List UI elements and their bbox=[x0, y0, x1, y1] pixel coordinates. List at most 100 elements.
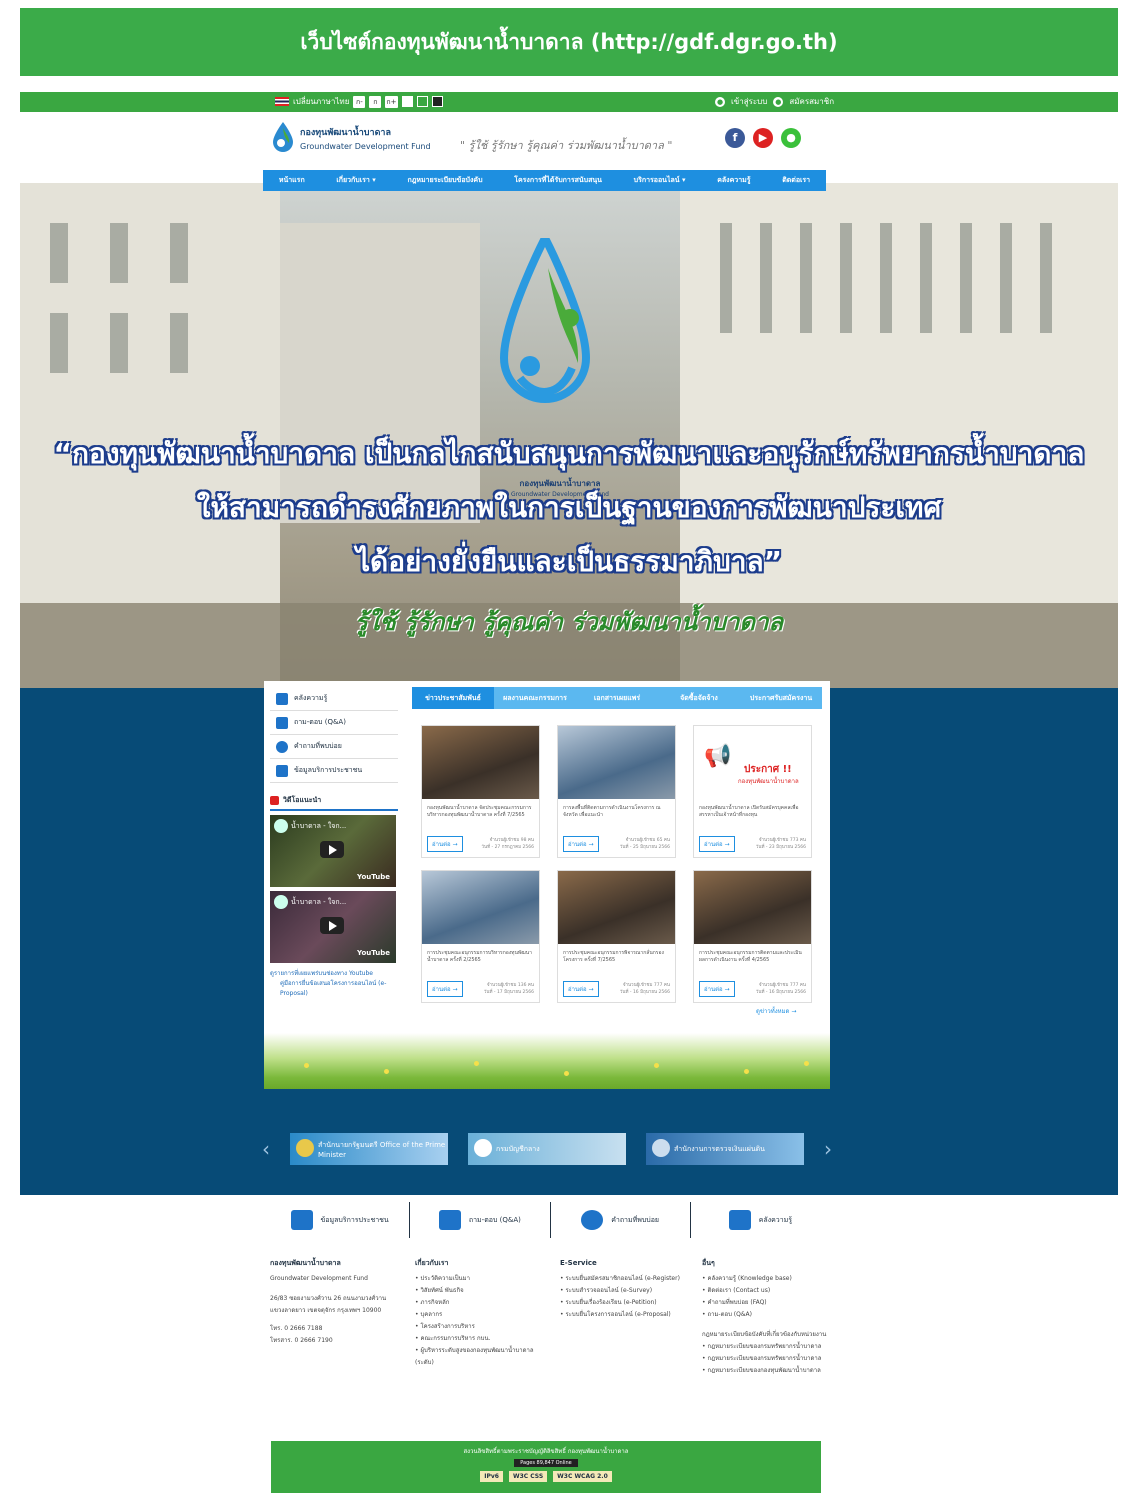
read-more-button[interactable]: อ่านต่อ → bbox=[427, 981, 463, 997]
footer-link[interactable]: คลังความรู้ (Knowledge base) bbox=[702, 1273, 832, 1285]
footer-link[interactable]: ระบบยื่นสมัครสมาชิกออนไลน์ (e-Register) bbox=[560, 1273, 690, 1285]
footer-link[interactable]: ถาม-ตอบ (Q&A) bbox=[702, 1309, 832, 1321]
partner-banner[interactable]: กรมบัญชีกลาง bbox=[468, 1133, 626, 1165]
read-more-button[interactable]: อ่านต่อ → bbox=[699, 836, 735, 852]
read-more-button[interactable]: อ่านต่อ → bbox=[563, 981, 599, 997]
gdf-logo-icon[interactable] bbox=[272, 122, 294, 152]
news-image[interactable] bbox=[558, 726, 675, 799]
news-card[interactable]: การประชุมคณะอนุกรรมการติดตามและประเมินผล… bbox=[693, 870, 812, 1003]
login-link[interactable]: เข้าสู่ระบบ bbox=[731, 95, 767, 108]
youtube-channel-link[interactable]: ดูรายการที่เผยแพร่บนช่องทาง Youtube bbox=[270, 969, 398, 979]
footer-fax: โทรสาร. 0 2666 7190 bbox=[270, 1337, 333, 1344]
news-card[interactable]: 📢 ประกาศ !! กองทุนพัฒนาน้ำบาดาล กองทุนพั… bbox=[693, 725, 812, 858]
news-card[interactable]: กองทุนพัฒนาน้ำบาดาล จัดประชุมคณะกรรมการบ… bbox=[421, 725, 540, 858]
nav-contact[interactable]: ติดต่อเรา bbox=[782, 175, 810, 186]
news-image[interactable] bbox=[422, 871, 539, 944]
footer-link[interactable]: ติดต่อเรา (Contact us) bbox=[702, 1285, 832, 1297]
quick-link-public-services[interactable]: ข้อมูลบริการประชาชน bbox=[270, 1202, 411, 1238]
nav-laws[interactable]: กฎหมายระเบียบข้อบังคับ bbox=[407, 175, 482, 186]
ipv6-badge[interactable]: IPv6 bbox=[480, 1471, 503, 1482]
nav-projects[interactable]: โครงการที่ได้รับการสนับสนุน bbox=[514, 175, 602, 186]
footer-link[interactable]: วิสัยทัศน์ พันธกิจ bbox=[415, 1285, 550, 1297]
footer-link[interactable]: โครงสร้างการบริหาร bbox=[415, 1321, 550, 1333]
news-image[interactable] bbox=[694, 871, 811, 944]
youtube-icon[interactable]: ▶ bbox=[753, 128, 773, 148]
copyright-text: สงวนลิขสิทธิ์ตามพระราชบัญญัติลิขสิทธิ์ ก… bbox=[463, 1448, 629, 1455]
nav-home[interactable]: หน้าแรก bbox=[279, 175, 305, 186]
read-more-button[interactable]: อ่านต่อ → bbox=[699, 981, 735, 997]
partner-banner[interactable]: สำนักงานการตรวจเงินแผ่นดิน bbox=[646, 1133, 804, 1165]
header-slogan: " รู้ใช้ รู้รักษา รู้คุณค่า ร่วมพัฒนาน้ำ… bbox=[460, 139, 673, 152]
nav-online-services[interactable]: บริการออนไลน์ ▾ bbox=[634, 175, 686, 186]
news-card[interactable]: การประชุมคณะอนุกรรมการพิจารณากลั่นกรองโค… bbox=[557, 870, 676, 1003]
font-size-normal-button[interactable]: ก bbox=[369, 95, 382, 108]
building-window bbox=[50, 313, 68, 373]
partner-banner[interactable]: สำนักนายกรัฐมนตรี Office of the Prime Mi… bbox=[290, 1133, 448, 1165]
tab-committee[interactable]: ผลงานคณะกรรมการ bbox=[494, 687, 576, 709]
footer-link[interactable]: กฎหมายระเบียบของกรมทรัพยากรน้ำบาดาล bbox=[702, 1341, 832, 1353]
building-window bbox=[760, 223, 772, 333]
font-size-decrease-button[interactable]: ก- bbox=[353, 95, 366, 108]
sidebar-item-label: ถาม-ตอบ (Q&A) bbox=[294, 718, 346, 726]
footer-link[interactable]: กฎหมายระเบียบของกองทุนพัฒนาน้ำบาดาล bbox=[702, 1365, 832, 1377]
nav-about[interactable]: เกี่ยวกับเรา ▾ bbox=[336, 175, 375, 186]
see-all-news-link[interactable]: ดูข่าวทั้งหมด → bbox=[756, 1006, 796, 1016]
footer-link[interactable]: ภารกิจหลัก bbox=[415, 1297, 550, 1309]
play-icon[interactable] bbox=[320, 841, 344, 858]
footer-link[interactable]: ระบบยื่นเรื่องร้องเรียน (e-Petition) bbox=[560, 1297, 690, 1309]
video-thumbnail[interactable]: น้ำบาดาล - ใจก... YouTube bbox=[270, 891, 396, 963]
news-image[interactable] bbox=[422, 726, 539, 799]
footer-link[interactable]: กฎหมายระเบียบของกรมทรัพยากรน้ำบาดาล bbox=[702, 1353, 832, 1365]
video-thumbnail[interactable]: น้ำบาดาล - ใจก... YouTube bbox=[270, 815, 396, 887]
play-icon[interactable] bbox=[320, 917, 344, 934]
tab-jobs[interactable]: ประกาศรับสมัครงาน bbox=[740, 687, 822, 709]
nav-knowledge[interactable]: คลังความรู้ bbox=[717, 175, 750, 186]
flower-decoration bbox=[384, 1069, 389, 1074]
tab-news[interactable]: ข่าวประชาสัมพันธ์ bbox=[412, 687, 494, 709]
news-date: วันที่ - 17 มิถุนายน 2566 bbox=[483, 990, 534, 995]
e-proposal-link[interactable]: คู่มือการยื่นข้อเสนอโครงการออนไลน์ (e-Pr… bbox=[270, 979, 398, 999]
sidebar-item-qa[interactable]: ถาม-ตอบ (Q&A) bbox=[270, 711, 398, 735]
facebook-icon[interactable]: f bbox=[725, 128, 745, 148]
news-card[interactable]: การลงพื้นที่ติดตามการดำเนินงานโครงการ ณ … bbox=[557, 725, 676, 858]
footer-link[interactable]: คำถามที่พบบ่อย (FAQ) bbox=[702, 1297, 832, 1309]
contrast-dark-button[interactable] bbox=[431, 96, 443, 107]
tab-procurement[interactable]: จัดซื้อจัดจ้าง bbox=[658, 687, 740, 709]
w3c-css-badge[interactable]: W3C CSS bbox=[508, 1471, 548, 1482]
footer-link[interactable]: ระบบสำรวจออนไลน์ (e-Survey) bbox=[560, 1285, 690, 1297]
partner-name: กรมบัญชีกลาง bbox=[496, 1144, 540, 1153]
news-image[interactable] bbox=[558, 871, 675, 944]
font-size-increase-button[interactable]: ก+ bbox=[385, 95, 398, 108]
thai-flag-icon[interactable] bbox=[275, 97, 289, 106]
quick-link-faq[interactable]: คำถามที่พบบ่อย bbox=[551, 1202, 691, 1238]
read-more-button[interactable]: อ่านต่อ → bbox=[427, 836, 463, 852]
footer-link[interactable]: ประวัติความเป็นมา bbox=[415, 1273, 550, 1285]
sidebar-item-faq[interactable]: คำถามที่พบบ่อย bbox=[270, 735, 398, 759]
news-card[interactable]: การประชุมคณะอนุกรรมการบริหารกองทุนพัฒนาน… bbox=[421, 870, 540, 1003]
register-link[interactable]: สมัครสมาชิก bbox=[789, 95, 834, 108]
read-more-button[interactable]: อ่านต่อ → bbox=[563, 836, 599, 852]
chat-icon bbox=[438, 1210, 461, 1230]
footer-link[interactable]: บุคลากร bbox=[415, 1309, 550, 1321]
sidebar-item-public-services[interactable]: ข้อมูลบริการประชาชน bbox=[270, 759, 398, 783]
partner-name: สำนักนายกรัฐมนตรี Office of the Prime Mi… bbox=[318, 1140, 446, 1159]
quick-link-qa[interactable]: ถาม-ตอบ (Q&A) bbox=[410, 1202, 551, 1238]
footer-eservice: E-Service ระบบยื่นสมัครสมาชิกออนไลน์ (e-… bbox=[560, 1257, 690, 1321]
chevron-right-icon[interactable]: › bbox=[824, 1137, 832, 1161]
footer-col-title: E-Service bbox=[560, 1259, 597, 1267]
footer-link[interactable]: ระบบยื่นโครงการออนไลน์ (e-Proposal) bbox=[560, 1309, 690, 1321]
sidebar-item-knowledge[interactable]: คลังความรู้ bbox=[270, 687, 398, 711]
language-switch[interactable]: เปลี่ยนภาษาไทย bbox=[293, 95, 349, 108]
footer-link[interactable]: คณะกรรมการบริหาร กบน. bbox=[415, 1333, 550, 1345]
site-logo-text[interactable]: กองทุนพัฒนาน้ำบาดาล Groundwater Developm… bbox=[300, 127, 431, 153]
building-window bbox=[110, 313, 128, 373]
chevron-left-icon[interactable]: ‹ bbox=[262, 1137, 270, 1161]
news-image[interactable]: 📢 ประกาศ !! กองทุนพัฒนาน้ำบาดาล bbox=[694, 726, 811, 799]
contrast-light-button[interactable] bbox=[401, 96, 413, 107]
line-icon[interactable]: ● bbox=[781, 128, 801, 148]
contrast-green-button[interactable] bbox=[416, 96, 428, 107]
w3c-wcag-badge[interactable]: W3C WCAG 2.0 bbox=[553, 1471, 612, 1482]
footer-link[interactable]: ผู้บริหารระดับสูงของกองทุนพัฒนาน้ำบาดาล … bbox=[415, 1345, 550, 1369]
quick-link-knowledge[interactable]: คลังความรู้ bbox=[691, 1202, 830, 1238]
tab-documents[interactable]: เอกสารเผยแพร่ bbox=[576, 687, 658, 709]
